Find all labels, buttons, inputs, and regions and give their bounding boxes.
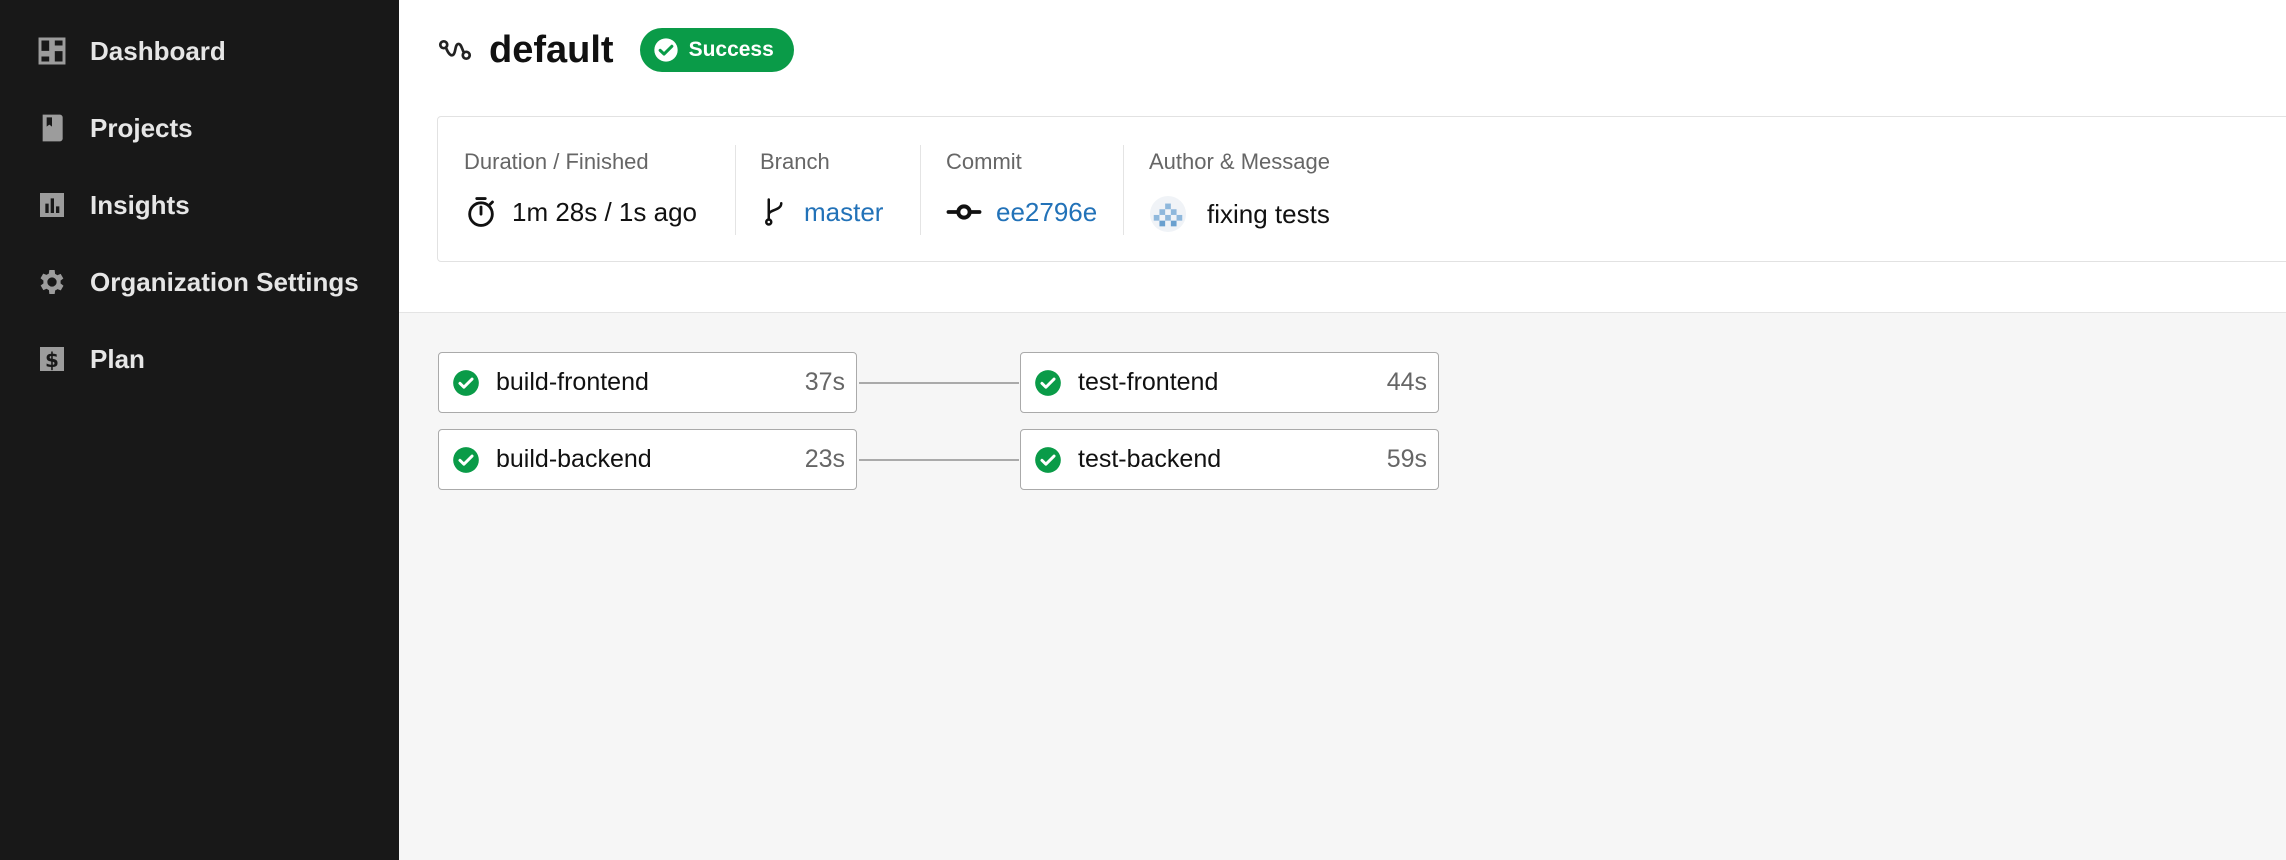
divider	[920, 145, 921, 235]
sidebar-item-label: Insights	[90, 189, 190, 220]
pipeline-header: default Success Duration / Finished 1m 2…	[399, 0, 2286, 313]
status-text: Success	[688, 38, 774, 61]
check-circle-icon	[453, 446, 479, 473]
check-circle-icon	[1035, 446, 1061, 473]
avatar	[1149, 195, 1187, 233]
duration-value-row: 1m 28s / 1s ago	[464, 195, 697, 229]
branch-value-row: master	[760, 195, 883, 229]
check-circle-icon	[1035, 369, 1061, 396]
sidebar-item-insights[interactable]: Insights	[36, 185, 190, 225]
job-build-backend[interactable]: build-backend 23s	[438, 429, 857, 490]
commit-message: fixing tests	[1207, 198, 1330, 229]
dependency-edge	[859, 382, 1019, 384]
job-name: build-frontend	[496, 368, 649, 396]
check-circle-icon	[653, 38, 678, 62]
title-row: default Success	[437, 22, 794, 78]
commit-link[interactable]: ee2796e	[996, 197, 1097, 228]
duration-label: Duration / Finished	[464, 149, 649, 174]
job-test-backend[interactable]: test-backend 59s	[1020, 429, 1439, 490]
job-name: test-frontend	[1078, 368, 1219, 396]
sidebar: Dashboard Projects Insights Organization…	[0, 0, 399, 860]
page-title: default	[489, 28, 614, 71]
divider	[1123, 145, 1124, 235]
sidebar-item-label: Plan	[90, 343, 145, 374]
sidebar-item-plan[interactable]: $ Plan	[36, 339, 145, 379]
job-name: build-backend	[496, 445, 652, 473]
sidebar-item-label: Dashboard	[90, 35, 226, 66]
author-value-row: fixing tests	[1149, 195, 1330, 233]
job-test-frontend[interactable]: test-frontend 44s	[1020, 352, 1439, 413]
commit-label: Commit	[946, 149, 1022, 174]
job-duration: 37s	[804, 368, 845, 396]
job-build-frontend[interactable]: build-frontend 37s	[438, 352, 857, 413]
branch-label: Branch	[760, 149, 830, 174]
sidebar-item-organization-settings[interactable]: Organization Settings	[36, 262, 359, 302]
sidebar-item-label: Projects	[90, 112, 193, 143]
commit-value-row: ee2796e	[946, 195, 1097, 229]
git-commit-icon	[946, 204, 982, 220]
branch-link[interactable]: master	[804, 197, 883, 228]
dashboard-icon	[36, 35, 68, 67]
svg-text:$: $	[45, 348, 59, 372]
sidebar-item-dashboard[interactable]: Dashboard	[36, 31, 226, 71]
dependency-edge	[859, 459, 1019, 461]
stopwatch-icon	[468, 197, 494, 227]
author-label: Author & Message	[1149, 149, 1330, 174]
job-duration: 59s	[1386, 445, 1427, 473]
book-icon	[36, 112, 68, 144]
main-content: default Success Duration / Finished 1m 2…	[399, 0, 2286, 860]
job-name: test-backend	[1078, 445, 1222, 473]
workflow-icon	[437, 31, 475, 69]
git-branch-icon	[765, 198, 783, 226]
status-badge: Success	[639, 28, 794, 72]
gear-icon	[36, 266, 68, 298]
duration-value: 1m 28s / 1s ago	[512, 196, 697, 227]
sidebar-item-label: Organization Settings	[90, 266, 359, 297]
job-duration: 44s	[1386, 368, 1427, 396]
dollar-icon: $	[36, 343, 68, 375]
job-duration: 23s	[804, 445, 845, 473]
bar-chart-icon	[36, 189, 68, 221]
check-circle-icon	[453, 369, 479, 396]
divider	[735, 145, 736, 235]
sidebar-item-projects[interactable]: Projects	[36, 108, 193, 148]
pipeline-summary-card: Duration / Finished 1m 28s / 1s ago Bran…	[437, 116, 2286, 262]
